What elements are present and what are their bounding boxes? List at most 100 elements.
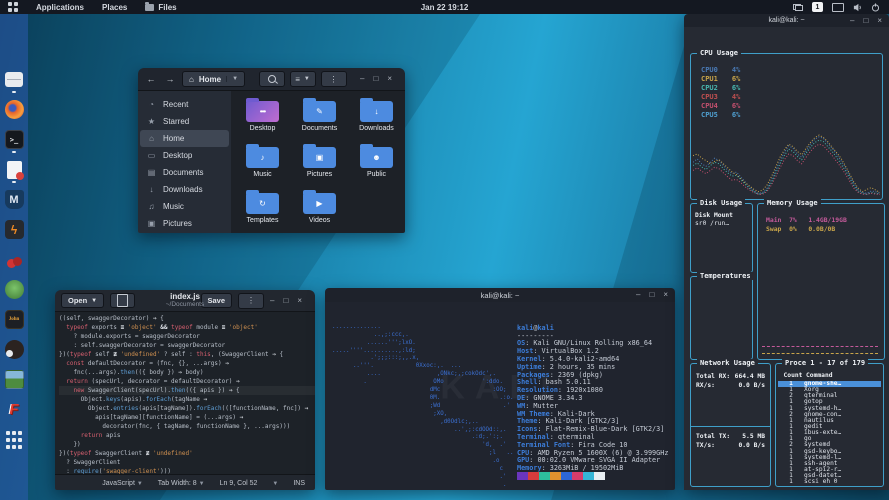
folder-public[interactable]: ☻Public [348,143,405,189]
process-list-box: Proce 1 - 17 of 179 CountCommand 1gnome-… [775,363,884,487]
folder-desktop[interactable]: •••Desktop [234,97,291,143]
minimize-button[interactable]: – [270,297,274,305]
volume-icon[interactable] [853,3,862,12]
save-button[interactable]: Save [201,293,233,308]
view-toggle-button[interactable]: ≡▼ [290,71,316,87]
path-label: Home [199,75,221,84]
maximize-button[interactable]: □ [283,297,288,305]
process-list-header: CountCommand [780,372,883,379]
starred-icon: ★ [147,117,156,126]
folder-icon: ↓ [360,101,393,122]
detective-dog-app-icon [5,340,24,359]
code-line: apis[tagName][functionName] = (...args) … [59,413,315,422]
minimize-button[interactable]: – [360,75,364,83]
sidebar-item-downloads[interactable]: ↓Downloads [138,181,231,198]
dock-landscape-app[interactable] [5,370,24,389]
process-rows: 1gnome-she…1Xorg2qterminal1gotop1systemd… [778,381,881,484]
code-editor-area[interactable]: ((self, swaggerDecorator) ⇒ { typeof exp… [55,312,315,474]
folder-downloads[interactable]: ↓Downloads [348,97,405,143]
close-button[interactable]: × [297,297,302,305]
code-line: const defaultDecorator = (fnc, {}, ...ar… [59,359,315,368]
sidebar-item-pictures[interactable]: ▣Pictures [138,215,231,232]
back-button[interactable]: ← [144,74,158,84]
tab-width-selector[interactable]: Tab Width: 8 ▼ [158,480,205,487]
chevron-down-icon: ▼ [304,76,310,82]
maximize-button[interactable]: □ [373,75,378,83]
palette-swatch [550,472,561,480]
folder-label: Desktop [250,125,276,132]
menu-applications[interactable]: Applications [36,3,84,12]
workspace-indicator[interactable]: 1 [812,2,823,12]
palette-swatch [561,472,572,480]
code-line: return apis [59,431,315,440]
folder-videos[interactable]: ▶Videos [291,189,348,233]
folder-label: Music [253,171,271,178]
sidebar-item-music[interactable]: ♫Music [138,198,231,215]
editor-headerbar[interactable]: Open ▼ index.js ~/Documents Save ⋮ – □ × [55,290,315,312]
terminal-titlebar[interactable]: kali@kali: ~ – □ × [325,288,675,302]
cursor-position[interactable]: Ln 9, Col 52 [220,480,258,487]
menu-button[interactable]: ⋮ [321,71,347,87]
dot [6,431,10,435]
minimize-button[interactable]: – [636,291,640,299]
sidebar-item-starred[interactable]: ★Starred [138,113,231,130]
videos-glyph-icon: ▶ [316,199,322,208]
sidebar-item-documents[interactable]: ▤Documents [138,164,231,181]
dock-faraday[interactable]: F [5,400,24,419]
dock-files[interactable] [5,70,23,89]
workspace-grid-icon[interactable] [8,2,18,12]
monitor-titlebar[interactable]: kali@kali: ~ – □ × [684,14,889,27]
cpu-graph-series [693,137,880,194]
chevron-down-icon[interactable]: ▼ [272,481,278,487]
sidebar-item-recent[interactable]: ◔Recent [138,96,231,113]
john-the-ripper-icon: John [5,310,24,329]
documents-icon: ▤ [147,168,156,177]
menu-places[interactable]: Places [102,3,127,12]
language-selector[interactable]: JavaScript ▼ [102,480,143,487]
dock-cherrytree[interactable] [5,250,24,269]
downloads-glyph-icon: ↓ [375,107,379,116]
display-icon[interactable] [832,3,844,12]
file-manager-headerbar[interactable]: ← → ⌂ Home ▼ ≡▼ ⋮ – □ × [138,68,405,91]
folder-music[interactable]: ♪Music [234,143,291,189]
open-button[interactable]: Open ▼ [61,293,104,308]
dock-metasploit[interactable]: M [5,190,24,209]
monitor-content[interactable]: CPU Usage CPU04%CPU16%CPU26%CPU34%CPU46%… [684,27,889,490]
insert-mode-indicator: INS [293,480,305,487]
maximize-button[interactable]: □ [863,17,868,25]
running-indicator [12,181,16,183]
new-document-button[interactable] [110,293,135,308]
dock-detective-dog-app[interactable] [5,340,24,359]
forward-button[interactable]: → [163,74,177,84]
sidebar-item-desktop[interactable]: ▭Desktop [138,147,231,164]
dock-show-applications[interactable] [5,430,24,449]
dock-text-editor[interactable] [7,160,22,179]
editor-menu-button[interactable]: ⋮ [238,293,264,309]
system-monitor-window: kali@kali: ~ – □ × CPU Usage CPU04%CPU16… [684,14,889,490]
dock-terminal[interactable]: >_ [5,130,24,149]
folder-pictures[interactable]: ▣Pictures [291,143,348,189]
dock-burpsuite[interactable]: ϟ [5,220,24,239]
power-icon[interactable] [871,3,880,12]
maximize-button[interactable]: □ [649,291,654,299]
menu-files[interactable]: Files [145,3,176,12]
folder-documents[interactable]: ✎Documents [291,97,348,143]
sidebar-item-home[interactable]: ⌂Home [140,130,229,147]
process-row[interactable]: 1scsi_eh_0 [778,479,881,484]
close-button[interactable]: × [663,291,668,299]
folder-templates[interactable]: ↻Templates [234,189,291,233]
cpu-legend-row: CPU46% [701,102,740,111]
close-button[interactable]: × [877,17,882,25]
dock-firefox[interactable] [5,100,24,119]
sidebar-item-label: Recent [163,100,188,109]
network-icon[interactable] [793,4,803,11]
search-button[interactable] [259,71,285,87]
close-button[interactable]: × [387,75,392,83]
clock[interactable]: Jan 22 19:12 [421,3,469,12]
path-button[interactable]: ⌂ Home ▼ [182,71,245,87]
minimize-button[interactable]: – [850,17,854,25]
dock-john-the-ripper[interactable]: John [5,310,24,329]
dock-zenmap[interactable] [5,280,24,299]
cpu-legend-row: CPU34% [701,93,740,102]
terminal-content[interactable]: KALI .............. ..,;:ccc,. ......'''… [325,302,675,490]
